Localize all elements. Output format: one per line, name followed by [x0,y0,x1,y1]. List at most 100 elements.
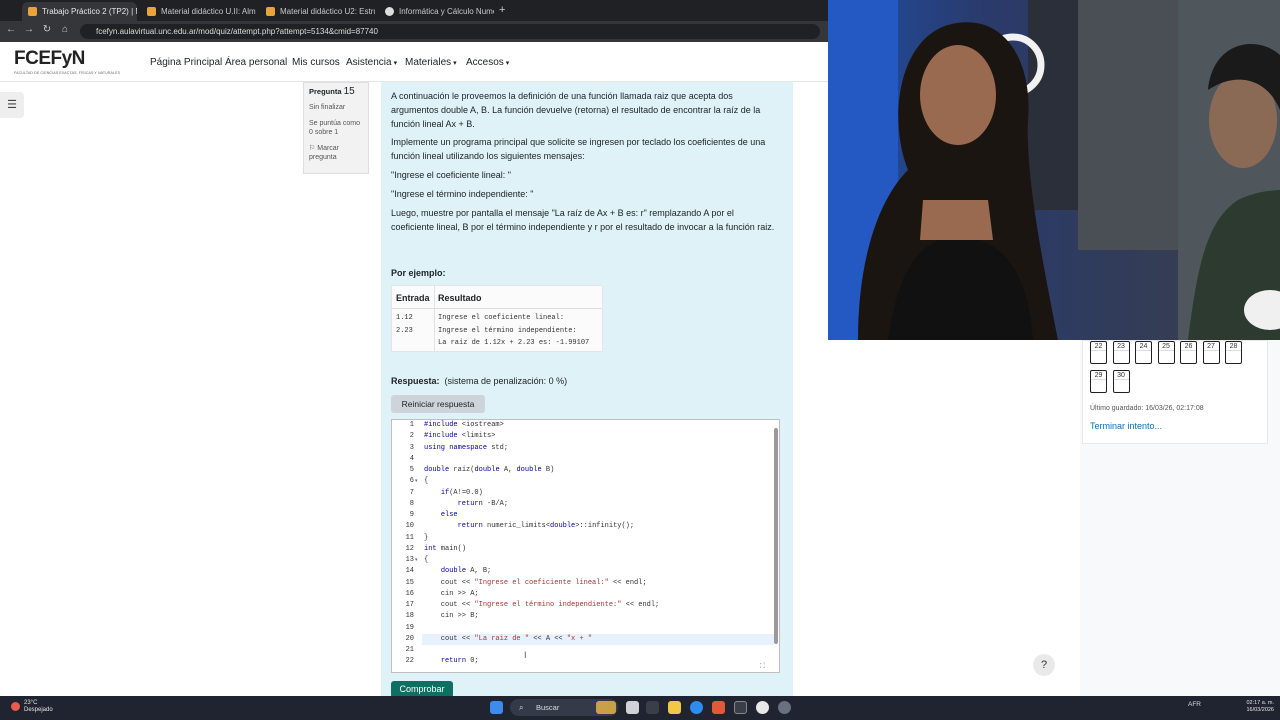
code-line: int main() [424,544,467,553]
search-icon: ⌕ [519,703,524,712]
table-cell-output: Ingrese el coeficiente lineal: Ingrese e… [438,314,590,347]
text-cursor-icon: I [524,650,527,660]
line-number: 5 [409,466,414,474]
line-number: 17 [405,601,414,609]
line-number: 8 [409,499,414,508]
question-paragraph: "Ingrese el término independiente: " [391,189,534,199]
code-line: double raiz(double A, double B) [424,466,555,474]
line-number: 11 [405,533,414,542]
quiz-nav-number: 30 [1117,372,1125,379]
reload-icon[interactable]: ↻ [40,24,54,35]
obs-icon[interactable] [756,701,769,714]
code-line: cout << "La raiz de " << A << "x + " [424,634,593,643]
table-header-entrada: Entrada [396,293,430,303]
fcefyn-logo[interactable]: FCEFyN FACULTAD DE CIENCIAS EXACTAS, FÍS… [14,48,126,78]
code-editor[interactable]: 1 2 3 4 5 6 ▾ 7 8 9 10 11 12 13 ▾ 14 15 16 17 18 19 20 21 22 #i… [391,419,780,673]
app-icon[interactable] [734,701,747,714]
windows-start-icon[interactable] [490,701,503,714]
quiz-nav-question-button[interactable]: 29 [1090,370,1107,393]
code-line: return numeric_limits<double>::infinity(… [457,522,635,531]
home-icon[interactable]: ⌂ [58,24,72,35]
browser-tab[interactable]: Material didáctico U2: Estructu ✕ [260,2,375,21]
url-text: fcefyn.aulavirtual.unc.edu.ar/mod/quiz/a… [96,27,378,36]
nav-accesos[interactable]: Accesos ▾ [466,57,509,68]
terminal-icon[interactable] [646,701,659,714]
nav-mis-cursos[interactable]: Mis cursos [292,57,340,68]
nav-asistencia[interactable]: Asistencia ▾ [346,57,397,68]
line-number: 20 [405,634,414,643]
chevron-down-icon: ▾ [505,60,510,67]
quiz-nav-number: 28 [1229,343,1238,350]
tab-title: Informática y Cálculo Numéric [399,7,494,16]
browser-tab[interactable]: Material didáctico U.II: Almacen ✕ [141,2,256,21]
code-line: else [440,511,458,519]
browser-tab[interactable]: Informática y Cálculo Numéric ✕ [379,2,494,21]
app-icon[interactable] [712,701,725,714]
clock-date: 16/03/2026 [1246,707,1274,713]
forward-icon[interactable]: → [22,24,36,35]
question-info-panel: Pregunta 15 Sin finalizar Se puntúa como… [303,82,369,174]
nav-materiales[interactable]: Materiales ▾ [405,57,457,68]
line-number: 7 [409,488,414,497]
finish-attempt-link[interactable]: Terminar intento... [1090,421,1162,431]
code-line: } [424,533,429,542]
code-line: #include <iostream> [424,421,504,429]
question-number-value: 15 [343,86,355,97]
task-view-icon[interactable] [626,701,639,714]
tray-lang: AFR [1188,701,1201,708]
tab-title: Material didáctico U.II: Almacen [161,7,256,16]
address-bar[interactable]: fcefyn.aulavirtual.unc.edu.ar/mod/quiz/a… [80,24,820,39]
question-number: Pregunta 15 [309,86,363,97]
chrome-icon[interactable] [690,701,703,714]
globe-favicon-icon [385,7,394,16]
reset-answer-button[interactable]: Reiniciar respuesta [391,395,485,413]
line-number: 6 [409,477,414,486]
quiz-nav-question-button[interactable]: 22 [1090,341,1107,364]
taskbar-clock[interactable]: 02:17 a. m. 16/03/2026 [1240,700,1274,714]
nav-pagina-principal[interactable]: Página Principal [150,57,222,68]
code-line: { [424,477,429,486]
quiz-nav-number: 29 [1094,372,1103,379]
nav-area-personal[interactable]: Área personal [225,57,287,68]
back-icon[interactable]: ← [4,24,18,35]
quiz-nav-question-button[interactable]: 28 [1225,341,1242,364]
quiz-nav-question-button[interactable]: 24 [1135,341,1152,364]
help-button[interactable]: ? [1033,654,1055,676]
quiz-nav-question-button[interactable]: 27 [1202,341,1220,364]
fold-arrow-icon[interactable]: ▾ [415,557,418,563]
clock-time: 02:17 a. m. [1246,700,1274,706]
nav-label: Asistencia [346,57,392,68]
editor-scrollbar[interactable] [774,428,778,644]
line-number: 14 [405,567,414,576]
course-index-toggle[interactable]: ☰ [0,92,24,118]
new-tab-icon[interactable]: + [499,4,505,16]
quiz-nav-question-button[interactable]: 26 [1180,341,1197,364]
line-number: 3 [409,443,414,452]
line-number: 16 [405,589,414,598]
quiz-nav-question-button[interactable]: 25 [1157,341,1175,364]
code-line: { [424,556,429,564]
settings-icon[interactable] [778,701,791,714]
file-explorer-icon[interactable] [668,701,681,714]
code-line: if(A!=0.0) [440,488,483,497]
search-highlight-icon [596,701,616,714]
line-number: 9 [409,511,414,519]
resize-handle-icon[interactable]: ⛶ [760,663,765,671]
moodle-favicon-icon [147,7,156,16]
quiz-nav-number: 24 [1139,343,1148,350]
fold-arrow-icon[interactable]: ▾ [415,478,418,484]
flag-question[interactable]: ⚐ Marcar pregunta [309,144,363,162]
quiz-nav-question-button[interactable]: 23 [1112,341,1130,364]
question-status: Sin finalizar [309,104,346,111]
tab-title: Trabajo Práctico 2 (TP2) | NVA [42,7,137,16]
browser-tab-active[interactable]: Trabajo Práctico 2 (TP2) | NVA ✕ [22,2,137,21]
example-table: Entrada Resultado 1.12 2.23 Ingrese el c… [391,285,603,352]
code-line: double A, B; [440,567,492,576]
flag-icon: ⚐ [309,145,316,152]
line-number: 19 [405,623,414,632]
list-icon: ☰ [7,99,17,111]
weather-widget[interactable]: 23°C Despejado [24,700,53,714]
system-tray[interactable]: AFR [1188,701,1201,708]
nav-label: Materiales [405,57,452,68]
quiz-nav-question-button[interactable]: 30 [1112,370,1130,393]
